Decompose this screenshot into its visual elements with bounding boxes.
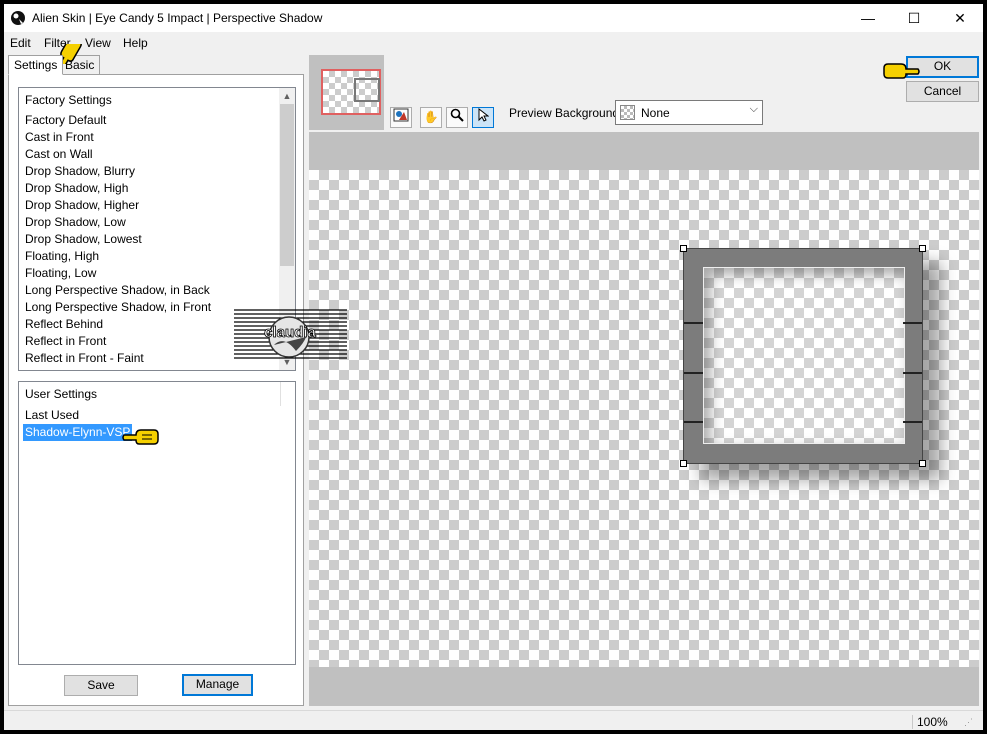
maximize-button[interactable]: ☐ bbox=[891, 4, 937, 32]
window-title: Alien Skin | Eye Candy 5 Impact | Perspe… bbox=[32, 11, 323, 25]
factory-item[interactable]: Drop Shadow, Lowest bbox=[25, 231, 142, 248]
watermark-logo: claudia bbox=[234, 309, 347, 359]
manage-button[interactable]: Manage bbox=[182, 674, 253, 696]
factory-item[interactable]: Reflect in Front - Faint bbox=[25, 350, 144, 367]
resize-handle[interactable] bbox=[680, 245, 687, 252]
menu-bar: Edit Filter View Help bbox=[4, 33, 983, 53]
menu-view[interactable]: View bbox=[85, 36, 111, 50]
preview-background-value: None bbox=[641, 106, 670, 120]
factory-item[interactable]: Drop Shadow, Low bbox=[25, 214, 126, 231]
minimize-button[interactable]: — bbox=[845, 4, 891, 32]
tab-settings[interactable]: Settings bbox=[8, 55, 64, 75]
factory-item[interactable]: Drop Shadow, Higher bbox=[25, 197, 139, 214]
settings-panel: Factory Settings Factory Default Cast in … bbox=[8, 74, 304, 706]
menu-help[interactable]: Help bbox=[123, 36, 148, 50]
frame-selection[interactable] bbox=[683, 248, 923, 464]
factory-item[interactable]: Reflect Behind bbox=[25, 316, 103, 333]
factory-item[interactable]: Floating, High bbox=[25, 248, 99, 265]
scroll-up-icon[interactable]: ▲ bbox=[279, 88, 295, 104]
preview-canvas[interactable] bbox=[309, 170, 979, 667]
hand-pointer-icon bbox=[122, 429, 159, 445]
user-settings-list[interactable]: User Settings Last Used Shadow-Elynn-VSP bbox=[18, 381, 296, 665]
title-bar: Alien Skin | Eye Candy 5 Impact | Perspe… bbox=[4, 4, 983, 32]
resize-handle[interactable] bbox=[680, 460, 687, 467]
zoom-level: 100% bbox=[912, 715, 948, 729]
scroll-thumb[interactable] bbox=[280, 104, 294, 266]
watermark-text: claudia bbox=[264, 324, 316, 341]
user-item-shadow-elynn-vsp[interactable]: Shadow-Elynn-VSP bbox=[23, 424, 133, 441]
resize-handle[interactable] bbox=[919, 245, 926, 252]
preview-background-label: Preview Background: bbox=[509, 106, 623, 120]
cancel-button[interactable]: Cancel bbox=[906, 81, 979, 102]
background-swatch bbox=[620, 105, 635, 120]
user-item-last-used[interactable]: Last Used bbox=[25, 407, 79, 424]
hand-icon[interactable]: ✋ bbox=[420, 107, 442, 128]
preview-tool-icon[interactable] bbox=[390, 107, 412, 128]
frame-inner bbox=[703, 267, 905, 444]
resize-handle[interactable] bbox=[919, 460, 926, 467]
menu-edit[interactable]: Edit bbox=[10, 36, 31, 50]
factory-item[interactable]: Cast on Wall bbox=[25, 146, 93, 163]
thumbnail-frame bbox=[354, 78, 380, 102]
app-icon bbox=[11, 11, 25, 25]
preview-area[interactable] bbox=[309, 132, 979, 706]
app-window: Alien Skin | Eye Candy 5 Impact | Perspe… bbox=[4, 4, 983, 730]
status-bar: 100% ⋰ bbox=[4, 710, 983, 730]
factory-item[interactable]: Reflect in Front bbox=[25, 333, 106, 350]
factory-settings-header: Factory Settings bbox=[25, 93, 112, 107]
zoom-icon[interactable] bbox=[446, 107, 468, 128]
navigator-thumbnail[interactable] bbox=[309, 55, 384, 130]
factory-item[interactable]: Floating, Low bbox=[25, 265, 96, 282]
factory-item[interactable]: Factory Default bbox=[25, 112, 106, 129]
save-button[interactable]: Save bbox=[64, 675, 138, 696]
factory-item[interactable]: Drop Shadow, Blurry bbox=[25, 163, 135, 180]
dropdown-arrow-icon: ⌵ bbox=[749, 103, 758, 115]
factory-item[interactable]: Long Perspective Shadow, in Back bbox=[25, 282, 210, 299]
factory-item[interactable]: Drop Shadow, High bbox=[25, 180, 128, 197]
thumbnail-view[interactable] bbox=[321, 69, 381, 115]
pointer-arrow-icon[interactable] bbox=[472, 107, 494, 128]
preview-background-select[interactable]: None ⌵ bbox=[615, 100, 763, 125]
hand-pointer-icon bbox=[883, 63, 920, 79]
close-button[interactable]: ✕ bbox=[937, 4, 983, 32]
factory-item[interactable]: Cast in Front bbox=[25, 129, 94, 146]
resize-grip[interactable]: ⋰ bbox=[964, 717, 973, 728]
factory-item[interactable]: Long Perspective Shadow, in Front bbox=[25, 299, 211, 316]
